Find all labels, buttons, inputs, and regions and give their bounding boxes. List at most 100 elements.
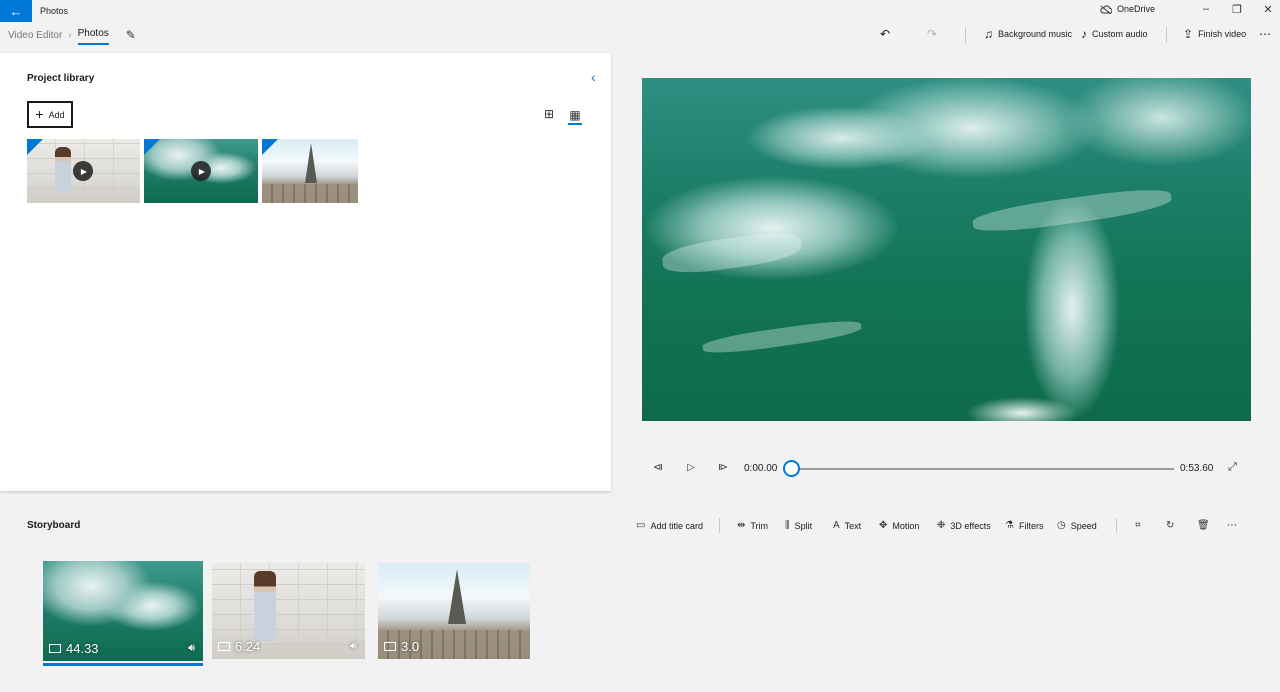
motion-button[interactable]: ✥ Motion	[879, 520, 919, 531]
storyboard-more-button[interactable]: ⋯	[1227, 520, 1237, 531]
play-button[interactable]: ▷	[684, 462, 698, 473]
video-frame-icon	[49, 644, 61, 653]
custom-audio-label: Custom audio	[1092, 29, 1148, 39]
resize-button[interactable]: ⌗	[1135, 520, 1141, 531]
add-title-card-label: Add title card	[650, 520, 703, 531]
3d-effects-label: 3D effects	[950, 520, 991, 531]
plus-icon: +	[35, 106, 44, 122]
restore-button[interactable]: ❐	[1227, 3, 1247, 16]
clip-duration: 3.0	[384, 639, 419, 654]
volume-icon[interactable]: 🔊︎	[350, 640, 357, 653]
undo-button[interactable]: ↶	[880, 27, 890, 41]
app-title: Photos	[40, 6, 69, 16]
woman-figure	[55, 147, 71, 193]
redo-button[interactable]: ↷	[927, 27, 937, 41]
previous-frame-button[interactable]: ⧏	[651, 462, 665, 473]
breadcrumb: Video Editor › Photos ✎	[8, 28, 136, 45]
rotate-button[interactable]: ↻	[1166, 520, 1174, 531]
split-button[interactable]: ⫼ Split	[785, 520, 812, 531]
photo-icon	[384, 642, 396, 651]
trim-icon: ⇹	[737, 520, 746, 531]
music-note-icon: ♫	[984, 27, 993, 41]
woman-figure	[254, 571, 276, 641]
eiffel-tower	[305, 143, 317, 183]
project-library-title: Project library	[27, 73, 95, 84]
trim-button[interactable]: ⇹ Trim	[737, 520, 768, 531]
project-library-panel: Project library ‹ + Add ⊞ ▦ ▶ ▶	[0, 53, 611, 491]
3d-effects-button[interactable]: ❉ 3D effects	[937, 520, 991, 531]
title-card-icon: ▭	[636, 520, 646, 531]
back-button[interactable]: ←	[0, 0, 32, 22]
total-time: 0:53.60	[1180, 463, 1214, 474]
add-title-card-button[interactable]: ▭ Add title card	[636, 520, 703, 531]
onedrive-label: OneDrive	[1117, 4, 1156, 14]
3d-effects-icon: ❉	[937, 520, 946, 531]
delete-button[interactable]: 🗑	[1197, 520, 1210, 531]
rotate-icon: ↻	[1166, 520, 1175, 531]
filters-button[interactable]: ⚗ Filters	[1005, 520, 1043, 531]
back-arrow-icon: ←	[9, 3, 23, 19]
trash-icon: 🗑	[1197, 520, 1210, 531]
in-project-marker	[262, 139, 278, 155]
seek-bar[interactable]	[800, 468, 1174, 470]
library-item-woman-video[interactable]: ▶	[27, 139, 140, 203]
video-frame-icon	[218, 642, 230, 651]
add-button[interactable]: + Add	[27, 101, 73, 128]
undo-icon: ↶	[880, 27, 891, 41]
text-button[interactable]: A Text	[833, 520, 861, 531]
breadcrumb-video-editor[interactable]: Video Editor	[8, 30, 62, 41]
storyboard-divider	[1116, 518, 1117, 533]
filters-icon: ⚗	[1005, 520, 1014, 531]
filters-label: Filters	[1018, 520, 1044, 531]
finish-video-button[interactable]: ⇪ Finish video	[1183, 27, 1246, 41]
redo-icon: ↷	[927, 27, 938, 41]
add-label: Add	[48, 109, 65, 120]
more-dots-icon: ⋯	[1227, 520, 1237, 531]
library-item-paris-photo[interactable]	[262, 139, 358, 203]
small-grid-view-icon[interactable]: ▦	[568, 107, 582, 125]
volume-icon[interactable]: 🔊︎	[188, 642, 195, 655]
text-label: Text	[844, 520, 862, 531]
finish-video-label: Finish video	[1198, 29, 1247, 39]
clip-duration: 6.24	[218, 639, 260, 654]
storyboard-clip[interactable]: 6.24 🔊︎	[212, 563, 365, 659]
in-project-marker	[144, 139, 160, 155]
fullscreen-expand-icon[interactable]: ⤢	[1228, 461, 1237, 474]
background-music-button[interactable]: ♫ Background music	[984, 27, 1072, 41]
trim-label: Trim	[750, 520, 769, 531]
rename-pencil-icon[interactable]: ✎	[126, 28, 136, 42]
large-grid-view-icon[interactable]: ⊞	[542, 107, 556, 121]
storyboard-clip[interactable]: 3.0	[378, 563, 530, 659]
step-back-icon: ⧏	[653, 462, 663, 473]
video-preview[interactable]	[642, 78, 1251, 421]
seek-thumb[interactable]	[783, 460, 800, 477]
custom-audio-button[interactable]: ♪ Custom audio	[1081, 27, 1148, 41]
toolbar-divider	[965, 27, 966, 43]
speed-label: Speed	[1070, 520, 1097, 531]
onedrive-button[interactable]: OneDrive	[1100, 4, 1155, 14]
storyboard-divider	[719, 518, 720, 533]
resize-icon: ⌗	[1135, 520, 1141, 531]
play-icon: ▷	[687, 462, 695, 473]
speed-button[interactable]: ◷ Speed	[1057, 520, 1097, 531]
next-frame-button[interactable]: ⧐	[716, 462, 730, 473]
current-time: 0:00.00	[744, 463, 778, 474]
speed-icon: ◷	[1057, 520, 1066, 531]
text-icon: A	[833, 520, 840, 531]
play-icon: ▶	[191, 161, 211, 181]
step-forward-icon: ⧐	[718, 462, 728, 473]
storyboard-clip[interactable]: 44.33 🔊︎	[43, 561, 203, 661]
play-icon: ▶	[73, 161, 93, 181]
storyboard-title: Storyboard	[27, 520, 81, 531]
title-bar: ← Photos	[0, 0, 1280, 22]
toolbar-divider	[1166, 27, 1167, 43]
breadcrumb-project-name[interactable]: Photos	[77, 28, 109, 45]
more-options-button[interactable]: ⋯	[1259, 27, 1271, 41]
close-button[interactable]: ✕	[1258, 3, 1278, 16]
motion-label: Motion	[892, 520, 920, 531]
collapse-library-chevron-icon[interactable]: ‹	[591, 69, 596, 85]
background-music-label: Background music	[998, 29, 1073, 39]
library-item-sea-video[interactable]: ▶	[144, 139, 258, 203]
in-project-marker	[27, 139, 43, 155]
minimize-button[interactable]: –	[1196, 3, 1216, 15]
